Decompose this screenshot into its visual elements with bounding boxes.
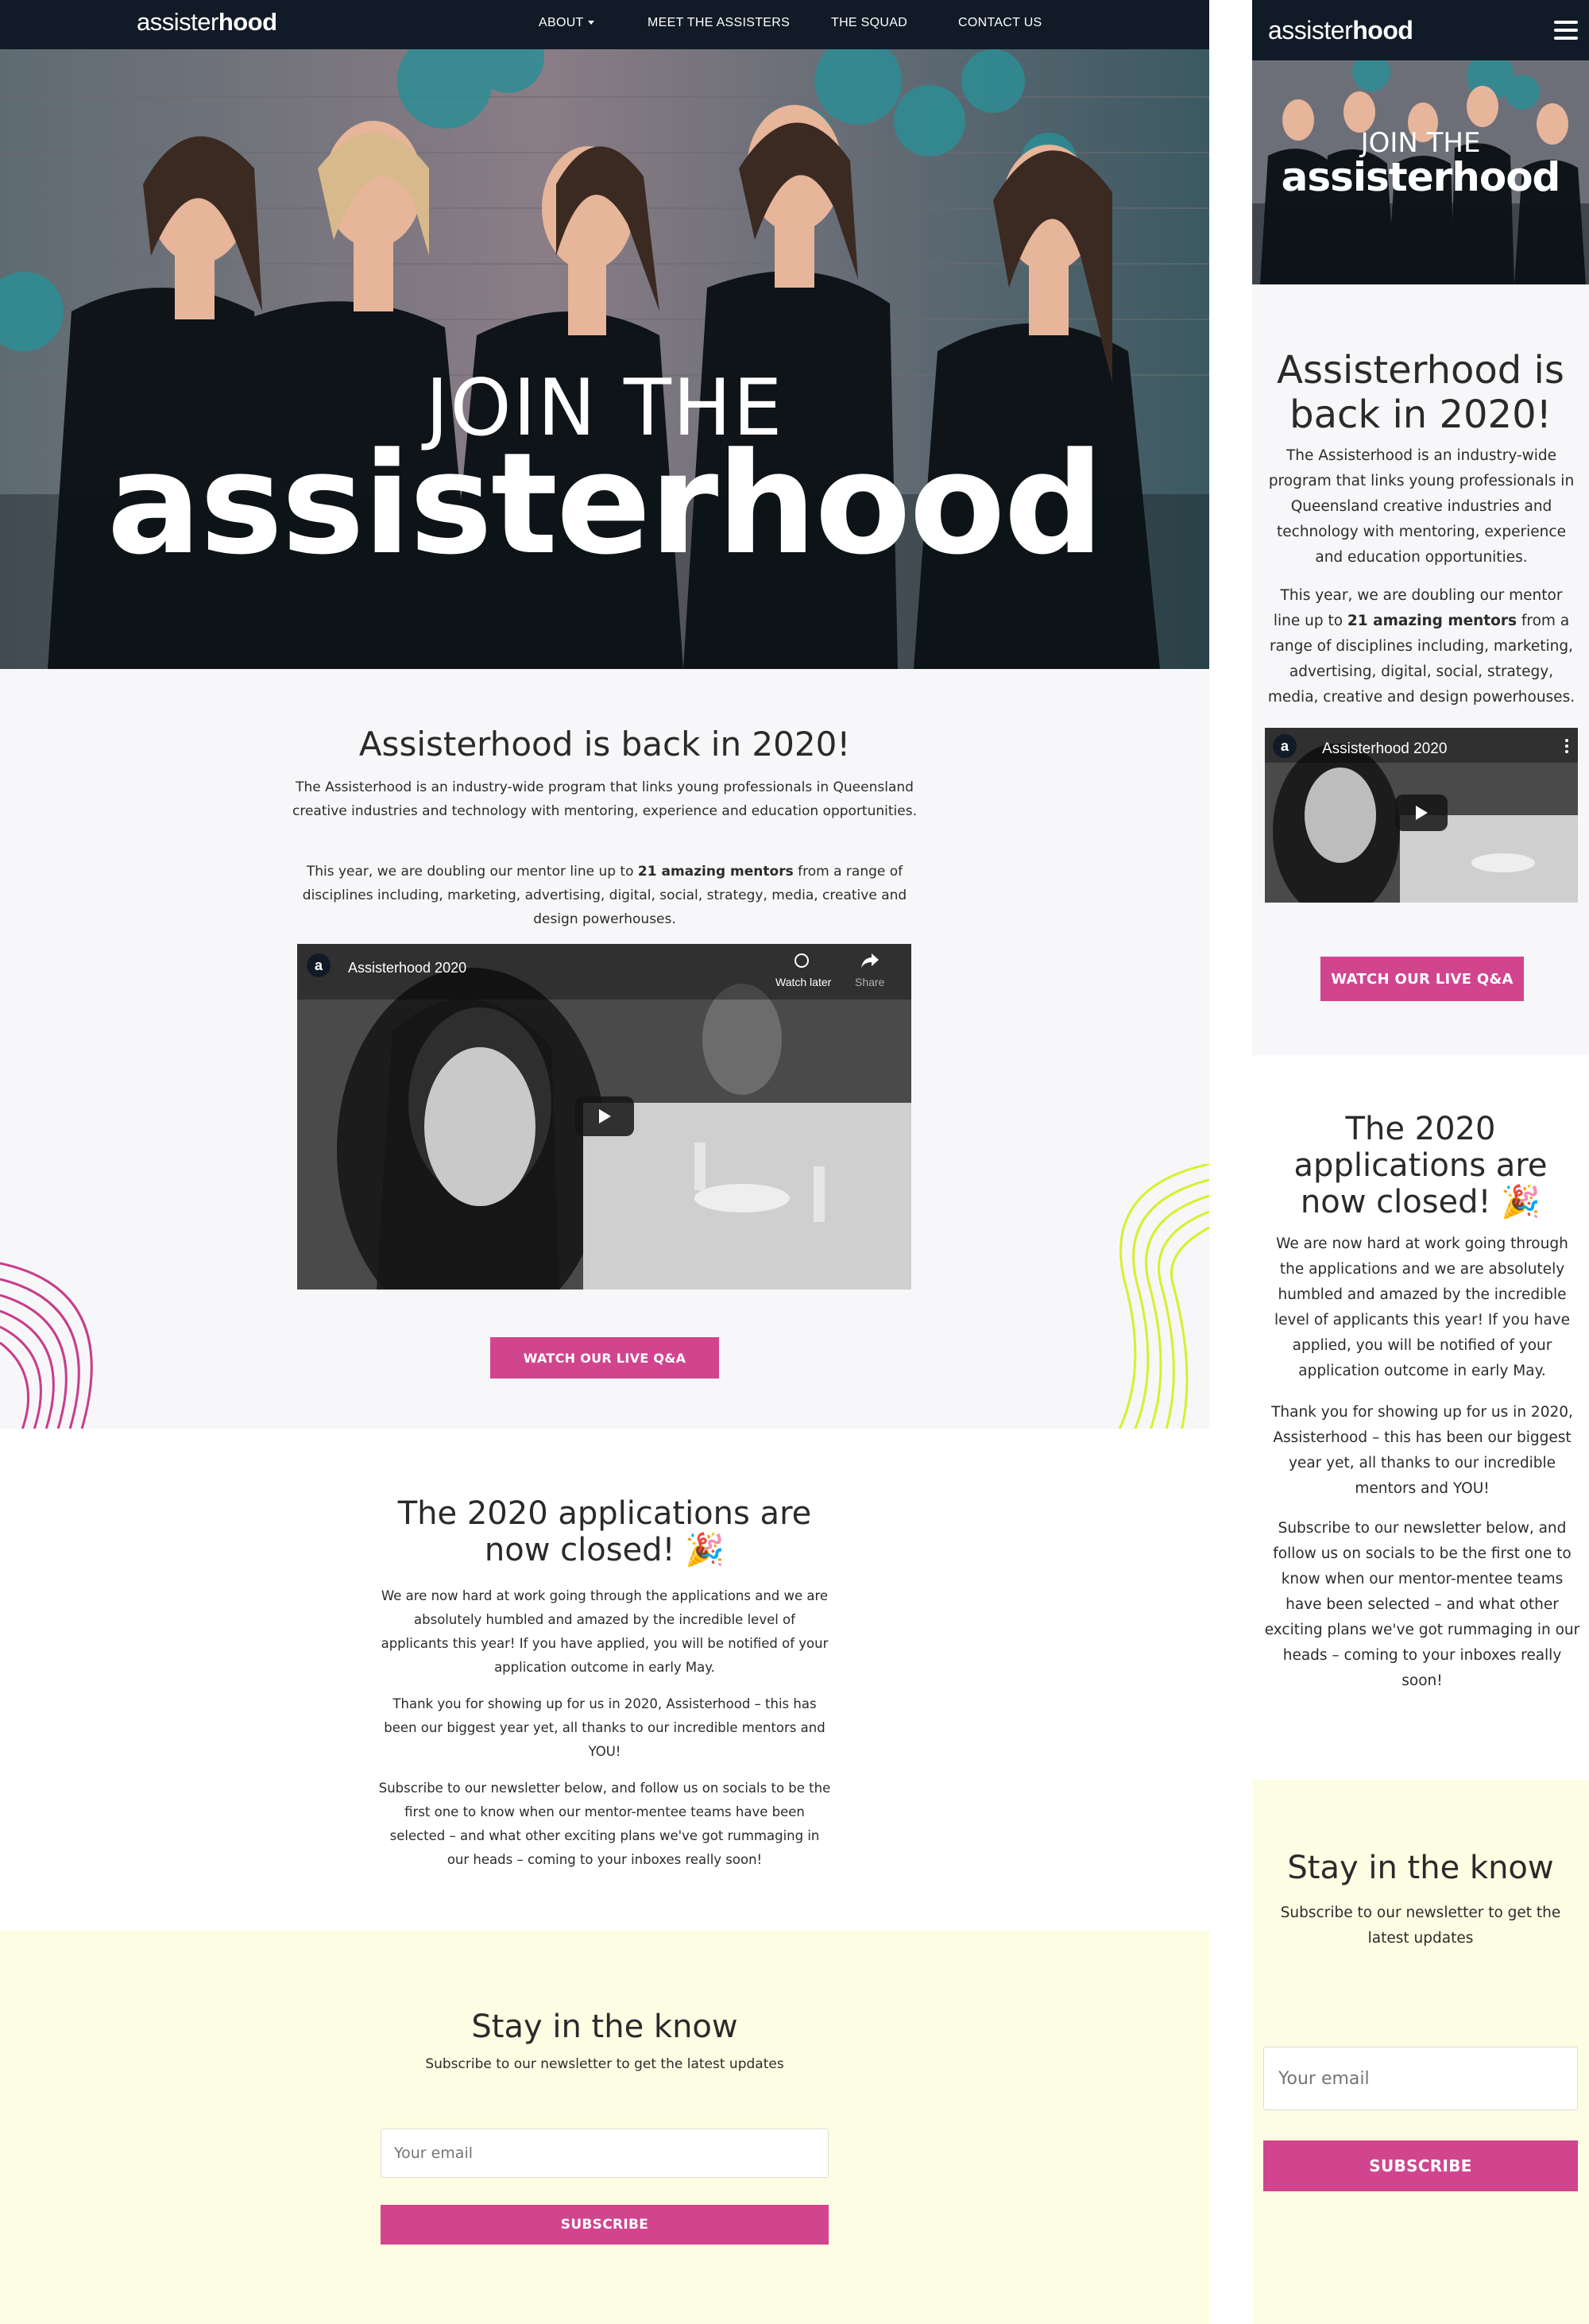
mobile-email-input[interactable] bbox=[1263, 2047, 1578, 2110]
play-button[interactable] bbox=[575, 1096, 634, 1136]
nav-item-about[interactable]: ABOUT bbox=[539, 16, 594, 30]
site-logo[interactable]: assisterhood bbox=[137, 8, 277, 37]
mobile-play-button[interactable] bbox=[1395, 795, 1448, 831]
share-icon[interactable] bbox=[861, 953, 879, 968]
mobile-applications-heading: The 2020 applications are now closed! 🎉 bbox=[1293, 1111, 1548, 1220]
mobile-video-title[interactable]: Assisterhood 2020 bbox=[1322, 741, 1447, 758]
desktop-view: assisterhood ABOUT MEET THE ASSISTERS TH… bbox=[0, 0, 1209, 2324]
mobile-site-logo[interactable]: assisterhood bbox=[1268, 16, 1413, 45]
nav-item-meet-the-assisters[interactable]: MEET THE ASSISTERS bbox=[648, 16, 790, 30]
newsletter-heading: Stay in the know bbox=[471, 2009, 738, 2045]
mobile-play-icon bbox=[1416, 806, 1428, 820]
hero-banner: JOIN THE assisterhood bbox=[0, 49, 1209, 669]
watch-later-label[interactable]: Watch later bbox=[775, 976, 831, 988]
intro-paragraph-1: The Assisterhood is an industry-wide pro… bbox=[292, 779, 917, 819]
applications-paragraph-1: We are now hard at work going through th… bbox=[381, 1588, 829, 1675]
mobile-navigation: assisterhood bbox=[1252, 0, 1589, 60]
nav-item-the-squad[interactable]: THE SQUAD bbox=[831, 16, 907, 30]
mobile-intro-section: Assisterhood is back in 2020! The Assist… bbox=[1252, 284, 1589, 1055]
mobile-applications-paragraph-2: Thank you for showing up for us in 2020,… bbox=[1271, 1404, 1573, 1497]
top-navigation: assisterhood ABOUT MEET THE ASSISTERS TH… bbox=[0, 0, 1209, 49]
play-icon bbox=[599, 1109, 611, 1123]
more-options-icon[interactable] bbox=[1565, 739, 1568, 753]
mobile-applications-paragraph-1: We are now hard at work going through th… bbox=[1274, 1235, 1570, 1379]
applications-section: The 2020 applications are now closed! 🎉 … bbox=[0, 1429, 1209, 1931]
mobile-applications-paragraph-3: Subscribe to our newsletter below, and f… bbox=[1264, 1520, 1580, 1689]
mobile-applications-section: The 2020 applications are now closed! 🎉 … bbox=[1252, 1055, 1589, 1780]
chevron-down-icon bbox=[587, 21, 594, 25]
newsletter-section: Stay in the know Subscribe to our newsle… bbox=[0, 1931, 1209, 2324]
mobile-video-player[interactable]: a Assisterhood 2020 bbox=[1265, 728, 1578, 903]
mobile-view: assisterhood JOIN THE assisterhood Assis… bbox=[1252, 0, 1589, 2324]
nav-item-contact-us[interactable]: CONTACT US bbox=[958, 16, 1042, 30]
applications-paragraph-3: Subscribe to our newsletter below, and f… bbox=[378, 1781, 831, 1867]
intro-heading: Assisterhood is back in 2020! bbox=[358, 725, 851, 764]
video-title[interactable]: Assisterhood 2020 bbox=[348, 960, 466, 976]
intro-section: Assisterhood is back in 2020! The Assist… bbox=[0, 669, 1209, 1429]
mobile-newsletter-subheading: Subscribe to our newsletter to get the l… bbox=[1280, 1904, 1561, 1947]
mobile-hero-title-line2: assisterhood bbox=[1281, 154, 1561, 200]
applications-paragraph-2: Thank you for showing up for us in 2020,… bbox=[384, 1696, 825, 1759]
mobile-intro-paragraph-2: This year, we are doubling our mentor li… bbox=[1267, 587, 1575, 706]
intro-paragraph-2: This year, we are doubling our mentor li… bbox=[302, 864, 907, 927]
email-input[interactable] bbox=[381, 2129, 829, 2178]
hamburger-icon[interactable] bbox=[1554, 21, 1578, 40]
video-player[interactable]: a Assisterhood 2020 Watch later Share bbox=[297, 944, 911, 1290]
mobile-intro-paragraph-1: The Assisterhood is an industry-wide pro… bbox=[1268, 447, 1575, 566]
watch-live-qa-button[interactable]: WATCH OUR LIVE Q&A bbox=[490, 1337, 719, 1379]
clock-icon[interactable] bbox=[794, 953, 809, 968]
subscribe-button[interactable]: SUBSCRIBE bbox=[381, 2205, 829, 2245]
applications-heading: The 2020 applications are now closed! 🎉 bbox=[397, 1495, 812, 1568]
hero-title-line2: assisterhood bbox=[106, 423, 1104, 586]
share-label[interactable]: Share bbox=[855, 976, 884, 988]
mobile-watch-live-qa-button[interactable]: WATCH OUR LIVE Q&A bbox=[1320, 957, 1524, 1001]
channel-avatar[interactable]: a bbox=[307, 953, 331, 977]
newsletter-subheading: Subscribe to our newsletter to get the l… bbox=[425, 2056, 784, 2072]
mobile-newsletter-heading: Stay in the know bbox=[1287, 1850, 1554, 1886]
mobile-newsletter-section: Stay in the know Subscribe to our newsle… bbox=[1252, 1780, 1589, 2324]
mobile-channel-avatar[interactable]: a bbox=[1273, 734, 1297, 758]
mobile-hero-banner: JOIN THE assisterhood bbox=[1252, 60, 1589, 284]
mobile-subscribe-button[interactable]: SUBSCRIBE bbox=[1263, 2140, 1578, 2191]
mobile-intro-heading: Assisterhood is back in 2020! bbox=[1277, 348, 1564, 437]
